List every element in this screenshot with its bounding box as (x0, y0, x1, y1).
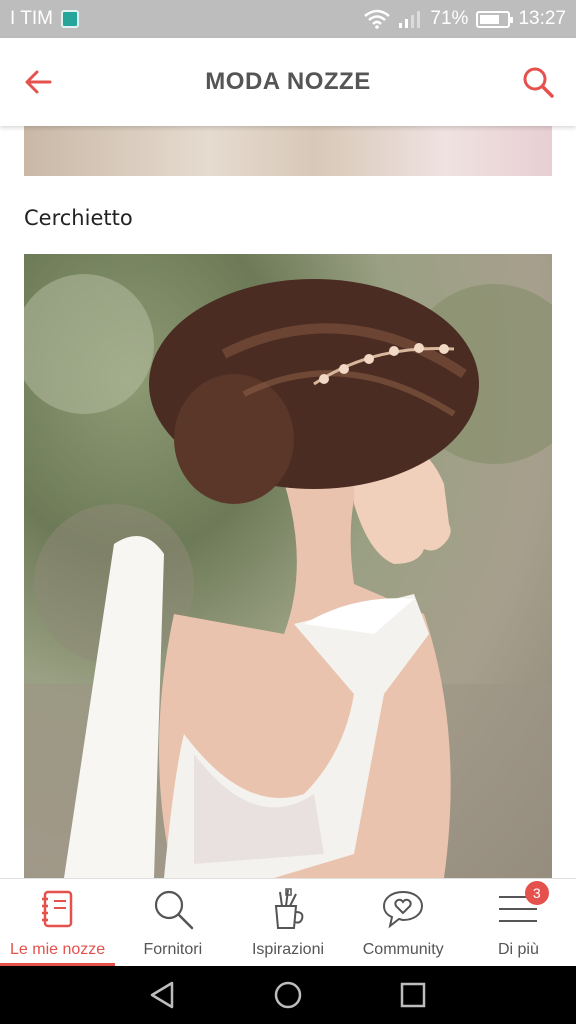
gallery-notification-icon (60, 10, 79, 28)
page-title: MODA NOZZE (205, 68, 371, 95)
square-recents-icon (401, 982, 426, 1008)
system-recents-button[interactable] (393, 975, 433, 1015)
system-navigation-bar (0, 966, 576, 1024)
nav-le-mie-nozze[interactable]: Le mie nozze (0, 879, 116, 966)
nav-fornitori[interactable]: Fornitori (115, 879, 230, 966)
notification-badge: 3 (524, 881, 549, 905)
status-left: I TIM (10, 8, 79, 30)
article-content[interactable]: Cerchietto (0, 126, 576, 878)
circle-home-icon (274, 981, 302, 1009)
bride-photo-illustration (24, 274, 552, 878)
notebook-icon-wrap (36, 887, 80, 931)
status-time: 13:27 (518, 8, 566, 29)
nav-community[interactable]: Community (346, 879, 461, 966)
triangle-back-icon (150, 981, 173, 1009)
system-back-button[interactable] (143, 975, 183, 1015)
arrow-left-icon (25, 70, 52, 94)
section-title: Cerchietto (24, 206, 133, 230)
app-bar: MODA NOZZE (0, 38, 576, 126)
tools-cup-icon-wrap (266, 887, 310, 931)
carrier-label: I TIM (10, 8, 53, 29)
search-button[interactable] (516, 60, 560, 104)
battery-icon (476, 10, 514, 28)
bottom-navigation: Le mie nozze Fornitori Ispirazioni Commu… (0, 878, 576, 966)
nav-label: Di più (497, 941, 539, 958)
bride-hair-accessory-photo[interactable] (24, 254, 552, 878)
chat-heart-icon (383, 890, 424, 929)
nav-label: Le mie nozze (10, 941, 106, 958)
nav-label: Fornitori (143, 941, 203, 958)
previous-photo[interactable] (24, 126, 552, 176)
back-button[interactable] (16, 60, 60, 104)
tools-cup-icon (274, 888, 304, 929)
system-home-button[interactable] (268, 975, 308, 1015)
search-icon (523, 67, 554, 98)
signal-icon (399, 11, 421, 28)
status-right: 71% 13:27 (364, 8, 566, 30)
search-icon (154, 890, 194, 930)
status-bar: I TIM 71% 13:27 (0, 0, 576, 38)
nav-label: Ispirazioni (251, 941, 325, 958)
wifi-icon (364, 9, 391, 29)
chat-heart-icon-wrap (381, 887, 425, 931)
nav-label: Community (362, 941, 444, 958)
nav-di-piu[interactable]: 3 Di più (461, 879, 576, 966)
search-icon-wrap (151, 887, 195, 931)
nav-ispirazioni[interactable]: Ispirazioni (230, 879, 345, 966)
battery-percent: 71% (430, 8, 469, 29)
notebook-icon (41, 890, 72, 928)
